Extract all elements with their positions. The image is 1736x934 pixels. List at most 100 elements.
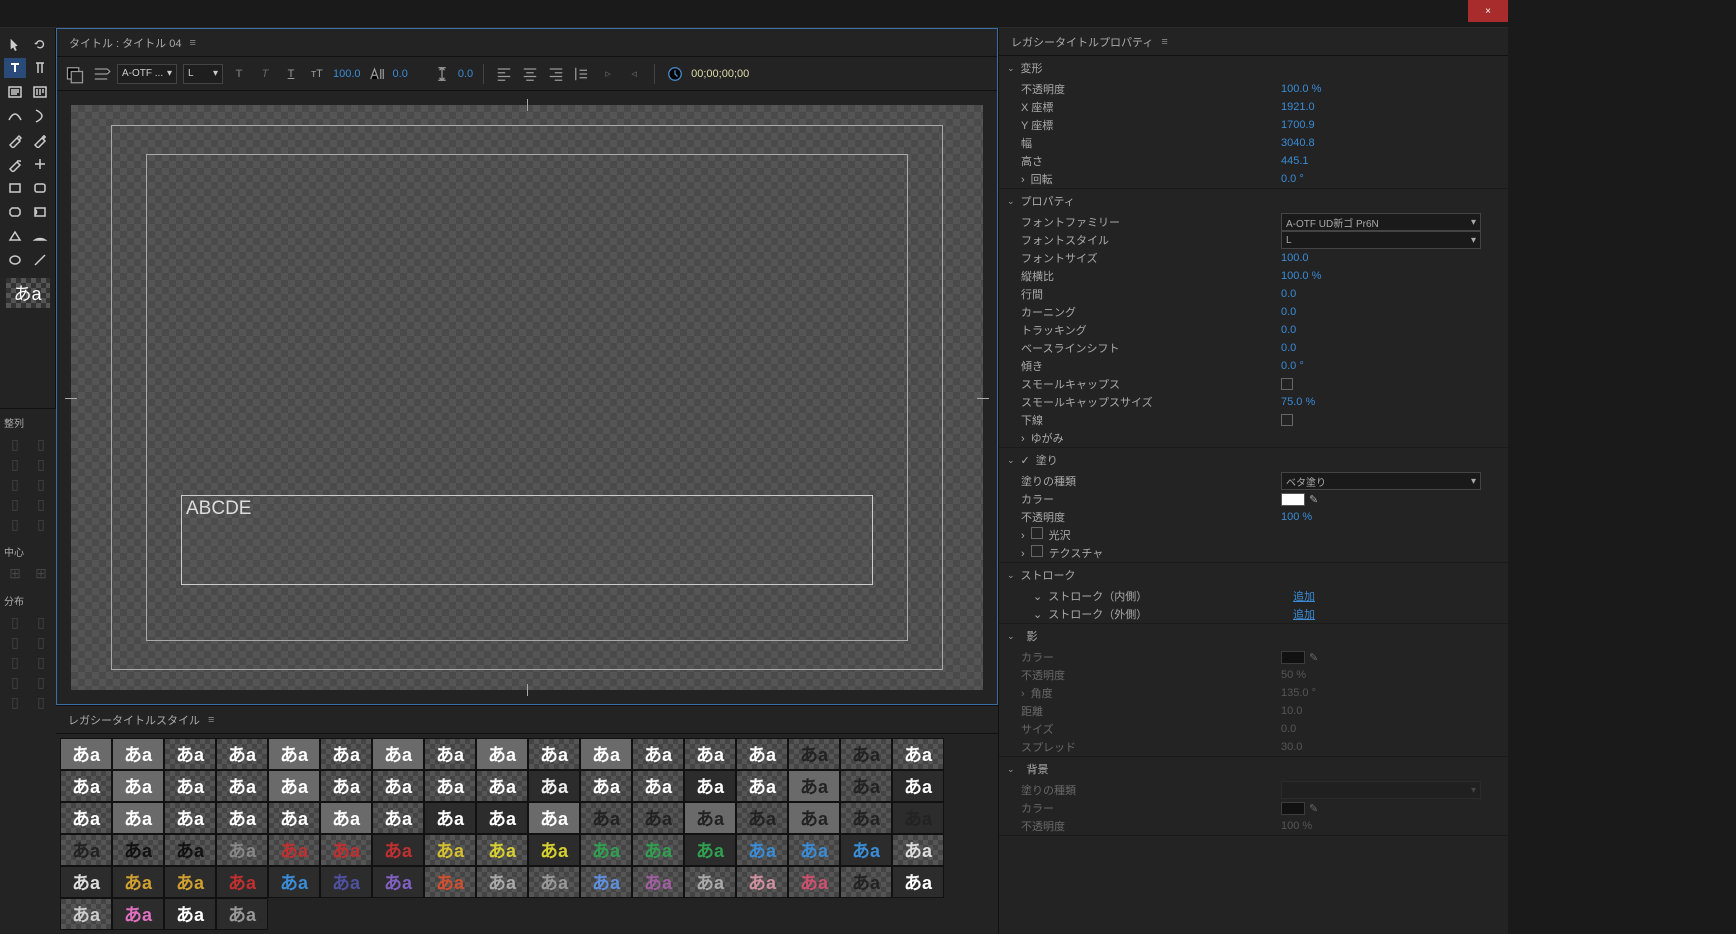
style-swatch[interactable]: あa (164, 834, 216, 866)
bg-color-swatch[interactable] (1281, 802, 1305, 815)
kerning-prop-value[interactable]: 0.0 (1281, 306, 1296, 318)
style-swatch[interactable]: あa (164, 802, 216, 834)
style-swatch[interactable]: あa (216, 802, 268, 834)
aspect-value[interactable]: 100.0 % (1281, 270, 1321, 282)
style-swatch[interactable]: あa (684, 834, 736, 866)
stroke-inner-add[interactable]: 追加 (1293, 588, 1315, 604)
style-swatch[interactable]: あa (580, 866, 632, 898)
text-box[interactable]: ABCDE (181, 495, 873, 585)
vertical-type-tool[interactable] (30, 58, 52, 78)
texture-checkbox[interactable] (1031, 545, 1043, 557)
style-swatch[interactable]: あa (788, 738, 840, 770)
align-top[interactable]: ▯ (30, 454, 52, 474)
style-swatch[interactable]: あa (268, 738, 320, 770)
style-swatch[interactable]: あa (164, 898, 216, 930)
style-swatch[interactable]: あa (528, 802, 580, 834)
style-swatch[interactable]: あa (892, 802, 944, 834)
style-swatch[interactable]: あa (632, 738, 684, 770)
path-type-tool[interactable] (4, 106, 26, 126)
type-tool[interactable] (4, 58, 26, 78)
shadow-distance-value[interactable]: 10.0 (1281, 705, 1302, 717)
tab-stops-button[interactable] (572, 64, 592, 84)
style-swatch[interactable]: あa (476, 834, 528, 866)
underline-checkbox[interactable] (1281, 414, 1293, 426)
new-title-button[interactable] (65, 64, 85, 84)
style-swatch[interactable]: あa (632, 770, 684, 802)
style-swatch[interactable]: あa (268, 802, 320, 834)
style-swatch[interactable]: あa (736, 770, 788, 802)
leading-prop-value[interactable]: 0.0 (1281, 288, 1296, 300)
style-swatch[interactable]: あa (372, 802, 424, 834)
style-swatch[interactable]: あa (424, 770, 476, 802)
bg-dropper-icon[interactable]: ✎ (1309, 802, 1318, 815)
align-v4[interactable]: ▯ (30, 514, 52, 534)
style-swatch[interactable]: あa (788, 866, 840, 898)
italic-button[interactable]: T (255, 64, 275, 84)
style-swatch[interactable]: あa (476, 802, 528, 834)
style-swatch[interactable]: あa (60, 898, 112, 930)
bg-opacity-value[interactable]: 100 % (1281, 820, 1312, 832)
tracking-value[interactable]: 0.0 (1281, 324, 1296, 336)
shadow-spread-value[interactable]: 30.0 (1281, 741, 1302, 753)
fill-type-dropdown[interactable]: ベタ塗り▾ (1281, 472, 1481, 490)
shadow-color-swatch[interactable] (1281, 651, 1305, 664)
style-swatch[interactable]: あa (684, 738, 736, 770)
wedge-tool[interactable] (4, 226, 26, 246)
style-swatch[interactable]: あa (840, 770, 892, 802)
align-left[interactable]: ▯ (4, 434, 26, 454)
style-swatch[interactable]: あa (580, 802, 632, 834)
style-swatch[interactable]: あa (476, 770, 528, 802)
style-swatch[interactable]: あa (632, 802, 684, 834)
style-swatch[interactable]: あa (684, 770, 736, 802)
arc-tool[interactable] (30, 226, 52, 246)
style-swatch[interactable]: あa (60, 866, 112, 898)
style-swatch[interactable]: あa (684, 802, 736, 834)
clipped-rect-tool[interactable] (4, 202, 26, 222)
vertical-area-type-tool[interactable] (30, 82, 52, 102)
style-swatch[interactable]: あa (736, 738, 788, 770)
leading-value[interactable]: 0.0 (458, 68, 473, 80)
style-swatch[interactable]: あa (268, 834, 320, 866)
style-swatch[interactable]: あa (528, 834, 580, 866)
height-value[interactable]: 445.1 (1281, 155, 1309, 167)
style-swatch[interactable]: あa (528, 770, 580, 802)
font-style-select[interactable]: L▾ (183, 64, 223, 84)
style-swatch[interactable]: あa (788, 770, 840, 802)
transform-section[interactable]: ⌄変形 (999, 56, 1508, 80)
fill-section[interactable]: ⌄✓塗り (999, 448, 1508, 472)
style-swatch[interactable]: あa (60, 834, 112, 866)
fill-color-swatch[interactable] (1281, 493, 1305, 506)
font-size-value[interactable]: 100.0 (333, 68, 361, 80)
style-swatch[interactable]: あa (684, 866, 736, 898)
style-swatch[interactable]: あa (736, 866, 788, 898)
style-swatch[interactable]: あa (840, 802, 892, 834)
align-left-text[interactable] (494, 64, 514, 84)
style-swatch[interactable]: あa (580, 738, 632, 770)
style-swatch[interactable]: あa (892, 834, 944, 866)
properties-menu-icon[interactable]: ≡ (1161, 36, 1167, 48)
style-swatch[interactable]: あa (476, 738, 528, 770)
bg-type-dropdown[interactable]: ▾ (1281, 781, 1481, 799)
rounded-rect-tool[interactable] (30, 178, 52, 198)
style-swatch[interactable]: あa (736, 834, 788, 866)
y-value[interactable]: 1700.9 (1281, 119, 1315, 131)
styles-menu-icon[interactable]: ≡ (208, 714, 214, 726)
convert-anchor-tool[interactable] (30, 154, 52, 174)
vertical-path-type-tool[interactable] (30, 106, 52, 126)
panel-menu-icon[interactable]: ≡ (189, 37, 195, 49)
align-right-text[interactable] (546, 64, 566, 84)
smallcaps-checkbox[interactable] (1281, 378, 1293, 390)
rotate-tool[interactable] (30, 34, 52, 54)
timecode-value[interactable]: 00;00;00;00 (691, 68, 749, 80)
style-swatch[interactable]: あa (424, 802, 476, 834)
fill-opacity-value[interactable]: 100 % (1281, 511, 1312, 523)
style-swatch[interactable]: あa (372, 866, 424, 898)
stroke-section[interactable]: ⌄ストローク (999, 563, 1508, 587)
style-swatch[interactable]: あa (216, 866, 268, 898)
font-family-dropdown[interactable]: A-OTF UD新ゴ Pr6N▾ (1281, 213, 1481, 231)
style-swatch[interactable]: あa (372, 834, 424, 866)
center-v[interactable]: ⊞ (30, 563, 52, 583)
fill-checkbox[interactable]: ✓ (1021, 454, 1030, 467)
style-swatch[interactable]: あa (840, 738, 892, 770)
style-swatch[interactable]: あa (216, 834, 268, 866)
